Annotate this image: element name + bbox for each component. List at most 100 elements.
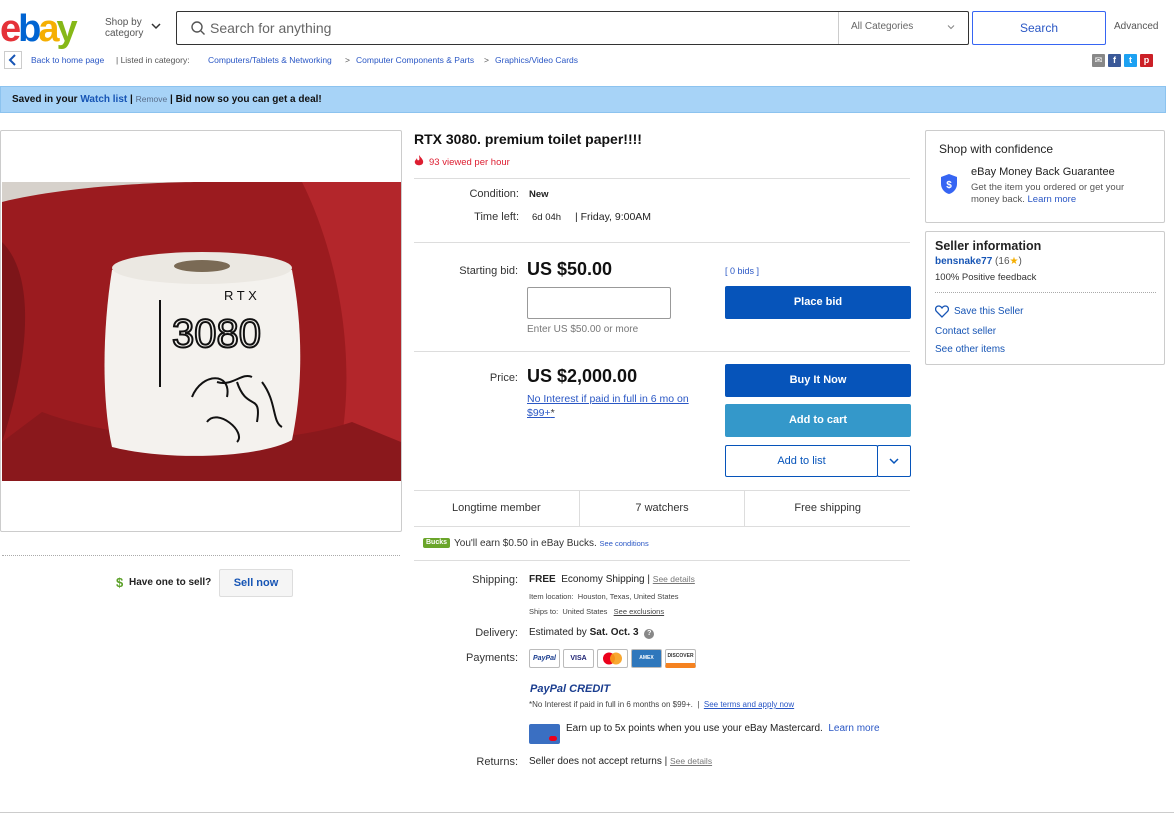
starting-bid-value: US $50.00 [527, 259, 613, 279]
returns-see-details[interactable]: See details [670, 756, 712, 766]
advanced-search-link[interactable]: Advanced [1114, 21, 1158, 32]
breadcrumb-item[interactable]: Graphics/Video Cards [495, 55, 578, 65]
svg-text:3080: 3080 [172, 312, 261, 356]
discover-icon: DISCOVER [665, 649, 696, 668]
divider [2, 555, 400, 556]
dollar-icon: $ [116, 575, 124, 590]
save-seller-link[interactable]: Save this Seller [954, 306, 1023, 317]
payment-cards: PayPal VISA AMEX DISCOVER [529, 649, 699, 668]
bids-count[interactable]: [ 0 bids ] [725, 266, 759, 276]
product-photo[interactable]: R T X 3080 [2, 182, 401, 481]
shield-icon: $ [941, 174, 957, 194]
finance-link[interactable]: No Interest if paid in full in 6 mo on $… [527, 392, 717, 420]
returns-info: Seller does not accept returns | See det… [529, 756, 713, 767]
pinterest-icon[interactable]: p [1140, 54, 1153, 67]
search-button[interactable]: Search [972, 11, 1106, 45]
image-panel: R T X 3080 [0, 130, 402, 532]
paypal-credit-logo: PayPal CREDIT [530, 683, 611, 695]
add-to-list-button[interactable]: Add to list [725, 445, 878, 477]
visa-icon: VISA [563, 649, 594, 668]
divider [935, 292, 1156, 293]
time-left-label: Time left: [474, 211, 519, 223]
confidence-title: Shop with confidence [939, 142, 1054, 156]
item-location: Item location: Houston, Texas, United St… [529, 592, 679, 601]
chevron-down-icon [889, 458, 899, 465]
svg-text:$: $ [946, 180, 952, 191]
watch-list-link[interactable]: Watch list [80, 94, 127, 105]
listing-title: RTX 3080. premium toilet paper!!!! [414, 131, 642, 147]
place-bid-button[interactable]: Place bid [725, 286, 911, 319]
mastercard-icon [597, 649, 628, 668]
price-value: US $2,000.00 [527, 366, 638, 386]
stat-watchers: 7 watchers [578, 491, 745, 526]
email-icon[interactable]: ✉ [1092, 54, 1105, 67]
amex-icon: AMEX [631, 649, 662, 668]
chevron-left-icon [8, 54, 16, 66]
add-to-list-dropdown[interactable] [877, 445, 911, 477]
contact-seller-link[interactable]: Contact seller [935, 326, 996, 337]
delivery-label: Delivery: [475, 627, 518, 639]
buy-it-now-button[interactable]: Buy It Now [725, 364, 911, 397]
back-home-link[interactable]: Back to home page [31, 55, 104, 65]
heart-icon[interactable] [935, 305, 949, 318]
see-conditions-link[interactable]: See conditions [600, 539, 649, 548]
ebay-mastercard-icon [529, 724, 560, 744]
bucks-text: You'll earn $0.50 in eBay Bucks. See con… [454, 538, 649, 549]
fire-icon [414, 155, 424, 166]
footer-divider [0, 812, 1174, 813]
search-divider [838, 12, 839, 44]
listing-stats: Longtime member 7 watchers Free shipping [414, 490, 910, 527]
bucks-badge: Bucks [423, 538, 450, 548]
shipping-see-details[interactable]: See details [653, 574, 695, 584]
share-icons: ✉ f t p [1092, 54, 1156, 68]
svg-text:ebay: ebay [0, 8, 78, 50]
help-icon[interactable]: ? [644, 629, 655, 639]
seller-name-link[interactable]: bensnake77 [935, 256, 992, 267]
divider [414, 560, 910, 561]
ships-to: Ships to: United States See exclusions [529, 607, 665, 616]
bid-amount-input[interactable] [527, 287, 671, 319]
banner-saved-text: Saved in your [12, 94, 78, 105]
shop-by-category[interactable]: Shop by category [105, 17, 149, 39]
divider [414, 351, 910, 352]
viewed-per-hour: 93 viewed per hour [429, 157, 510, 168]
see-other-items-link[interactable]: See other items [935, 344, 1005, 355]
sell-now-button[interactable]: Sell now [219, 569, 293, 597]
divider [414, 242, 910, 243]
starting-bid-label: Starting bid: [459, 265, 518, 277]
breadcrumb-sep: > [345, 55, 350, 65]
breadcrumb-item[interactable]: Computers/Tablets & Networking [208, 55, 332, 65]
returns-label: Returns: [476, 756, 518, 768]
payments-label: Payments: [466, 652, 518, 664]
banner-pipe: | [130, 94, 133, 105]
learn-more-link[interactable]: Learn more [828, 723, 879, 734]
learn-more-link[interactable]: Learn more [1028, 194, 1077, 205]
delivery-estimate: Estimated by Sat. Oct. 3 ? [529, 627, 655, 639]
breadcrumb-item[interactable]: Computer Components & Parts [356, 55, 474, 65]
guarantee-text: Get the item you ordered or get your mon… [971, 182, 1125, 205]
stat-free-shipping: Free shipping [744, 491, 910, 526]
back-button[interactable] [4, 51, 22, 69]
ebay-logo[interactable]: ebay [0, 6, 96, 50]
chevron-down-icon[interactable] [150, 20, 162, 32]
twitter-icon[interactable]: t [1124, 54, 1137, 67]
time-left-value: 6d 04h [532, 212, 562, 223]
facebook-icon[interactable]: f [1108, 54, 1121, 67]
see-exclusions-link[interactable]: See exclusions [614, 607, 664, 616]
stat-longtime-member: Longtime member [452, 502, 541, 514]
mastercard-promo: Earn up to 5x points when you use your e… [566, 723, 880, 734]
condition-label: Condition: [469, 188, 519, 200]
search-input[interactable] [210, 14, 830, 42]
bid-note: Enter US $50.00 or more [527, 324, 639, 335]
breadcrumb-sep: > [484, 55, 489, 65]
time-left-end: | Friday, 9:00AM [575, 211, 652, 223]
seller-name-row: bensnake77 (16★) [935, 256, 1022, 267]
paypal-credit-note: *No Interest if paid in full in 6 months… [529, 700, 795, 709]
category-select[interactable]: All Categories [851, 21, 913, 32]
see-terms-link[interactable]: See terms and apply now [704, 700, 794, 709]
divider [414, 178, 910, 179]
remove-link[interactable]: Remove [136, 94, 168, 104]
watch-list-banner: Saved in your Watch list | Remove | Bid … [0, 86, 1166, 113]
chevron-down-icon[interactable] [946, 22, 956, 32]
add-to-cart-button[interactable]: Add to cart [725, 404, 911, 437]
